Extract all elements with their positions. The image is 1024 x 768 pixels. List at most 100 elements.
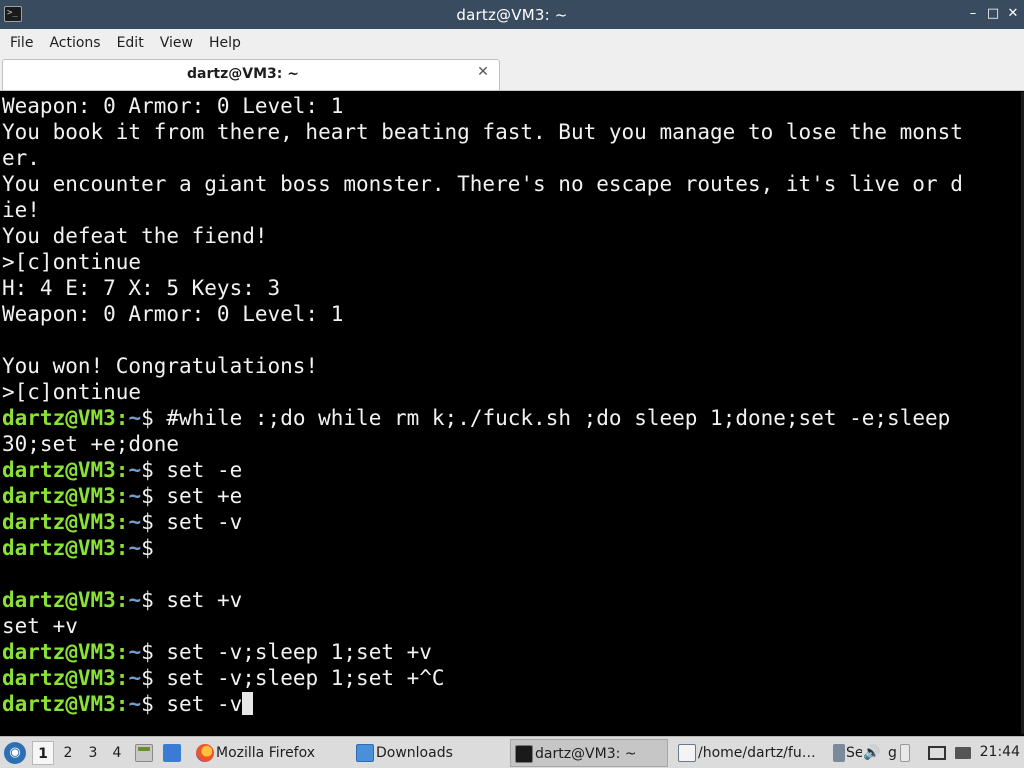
prompt-user: dartz@VM3	[2, 484, 116, 508]
terminal-output-line: You won! Congratulations!	[2, 353, 1024, 379]
firefox-icon	[196, 744, 214, 762]
task-label: Se	[846, 745, 862, 761]
prompt-user: dartz@VM3	[2, 692, 116, 716]
terminal-app-icon[interactable]: >_	[4, 6, 22, 22]
network-icon[interactable]	[955, 747, 971, 759]
command-text: set -e	[166, 458, 243, 482]
volume-icon[interactable]: 🔊	[863, 744, 880, 762]
terminal-prompt-line: dartz@VM3:~$ set +e	[2, 483, 1024, 509]
terminal-prompt-line: dartz@VM3:~$ set -v	[2, 509, 1024, 535]
prompt-symbol: $	[141, 484, 167, 508]
task-terminal[interactable]: dartz@VM3: ~	[510, 739, 668, 767]
terminal-prompt-line: dartz@VM3:~$ set +v	[2, 587, 1024, 613]
menubar: File Actions Edit View Help	[0, 29, 1024, 57]
terminal-output-line: 30;set +e;done	[2, 431, 1024, 457]
prompt-symbol: $	[141, 692, 167, 716]
prompt-symbol: $	[141, 640, 167, 664]
tab-label: dartz@VM3: ~	[187, 66, 299, 82]
terminal-output-line: ie!	[2, 197, 1024, 223]
task-label: Downloads	[376, 745, 453, 761]
prompt-path: ~	[128, 588, 142, 612]
output-text: Weapon: 0 Armor: 0 Level: 1	[2, 302, 344, 326]
prompt-symbol: $	[141, 536, 167, 560]
maximize-button[interactable]: □	[986, 5, 1000, 23]
text-editor-icon	[678, 744, 696, 762]
workspace-4[interactable]: 4	[106, 741, 128, 765]
prompt-path: ~	[128, 536, 142, 560]
menu-file[interactable]: File	[2, 29, 41, 57]
command-text: set +v	[166, 588, 243, 612]
prompt-separator: :	[115, 510, 129, 534]
terminal-output-line: >[c]ontinue	[2, 249, 1024, 275]
task-label: Mozilla Firefox	[216, 745, 316, 761]
command-text: set +e	[166, 484, 243, 508]
tab-close-icon[interactable]: ✕	[476, 65, 490, 79]
terminal-prompt-line: dartz@VM3:~$ #while :;do while rm k;./fu…	[2, 405, 1024, 431]
file-manager-launcher-icon[interactable]	[135, 744, 153, 762]
terminal-output-line: er.	[2, 145, 1024, 171]
tab-terminal[interactable]: dartz@VM3: ~ ✕	[2, 59, 500, 90]
prompt-separator: :	[115, 458, 129, 482]
task-app[interactable]: g	[880, 739, 914, 767]
prompt-separator: :	[115, 484, 129, 508]
output-text: You won! Congratulations!	[2, 354, 319, 378]
window-titlebar[interactable]: >_ dartz@VM3: ~ – □ ✕	[0, 0, 1024, 29]
prompt-separator: :	[115, 666, 129, 690]
menu-view[interactable]: View	[152, 29, 201, 57]
screen-icon[interactable]	[928, 746, 946, 760]
prompt-path: ~	[128, 640, 142, 664]
terminal-prompt-line: dartz@VM3:~$	[2, 535, 1024, 561]
folder-icon	[356, 744, 374, 762]
terminal-output-line: H: 4 E: 7 X: 5 Keys: 3	[2, 275, 1024, 301]
output-text: You defeat the fiend!	[2, 224, 268, 248]
clock[interactable]: 21:44	[980, 737, 1020, 768]
prompt-path: ~	[128, 406, 142, 430]
workspace-3[interactable]: 3	[82, 741, 104, 765]
output-text: ie!	[2, 198, 40, 222]
prompt-separator: :	[115, 640, 129, 664]
start-menu-icon[interactable]: ◉	[4, 742, 26, 764]
task-downloads[interactable]: Downloads	[352, 739, 502, 767]
menu-edit[interactable]: Edit	[109, 29, 152, 57]
show-desktop-icon[interactable]	[163, 744, 181, 762]
menu-actions[interactable]: Actions	[41, 29, 108, 57]
terminal-icon	[515, 745, 533, 763]
task-firefox[interactable]: Mozilla Firefox	[192, 739, 344, 767]
task-label: g	[888, 745, 897, 761]
terminal-output[interactable]: Weapon: 0 Armor: 0 Level: 1 You book it f…	[0, 92, 1024, 734]
workspace-2[interactable]: 2	[57, 741, 79, 765]
output-text: You encounter a giant boss monster. Ther…	[2, 172, 963, 196]
prompt-separator: :	[115, 536, 129, 560]
command-text: #while :;do while rm k;./fuck.sh ;do sle…	[166, 406, 951, 430]
prompt-separator: :	[115, 406, 129, 430]
app-icon	[900, 744, 910, 762]
settings-icon	[833, 744, 845, 762]
task-settings[interactable]: Se	[832, 739, 862, 767]
minimize-button[interactable]: –	[966, 5, 980, 23]
prompt-path: ~	[128, 666, 142, 690]
terminal-cursor	[242, 692, 254, 715]
output-text: Weapon: 0 Armor: 0 Level: 1	[2, 94, 344, 118]
prompt-separator: :	[115, 692, 129, 716]
output-text: 30;set +e;done	[2, 432, 180, 456]
prompt-user: dartz@VM3	[2, 458, 116, 482]
prompt-user: dartz@VM3	[2, 536, 116, 560]
prompt-path: ~	[128, 510, 142, 534]
output-text: >[c]ontinue	[2, 380, 142, 404]
prompt-symbol: $	[141, 406, 167, 430]
terminal-prompt-line: dartz@VM3:~$ set -v;sleep 1;set +^C	[2, 665, 1024, 691]
command-text: set -v;sleep 1;set +^C	[166, 666, 445, 690]
close-button[interactable]: ✕	[1006, 5, 1020, 23]
menu-help[interactable]: Help	[201, 29, 249, 57]
task-text-editor[interactable]: /home/dartz/fu…	[674, 739, 830, 767]
workspace-1[interactable]: 1	[32, 741, 54, 765]
prompt-user: dartz@VM3	[2, 510, 116, 534]
command-text: set -v	[166, 692, 243, 716]
task-label: /home/dartz/fu…	[698, 745, 816, 761]
terminal-prompt-line: dartz@VM3:~$ set -v	[2, 691, 1024, 717]
prompt-symbol: $	[141, 510, 167, 534]
prompt-symbol: $	[141, 458, 167, 482]
prompt-user: dartz@VM3	[2, 406, 116, 430]
prompt-separator: :	[115, 588, 129, 612]
